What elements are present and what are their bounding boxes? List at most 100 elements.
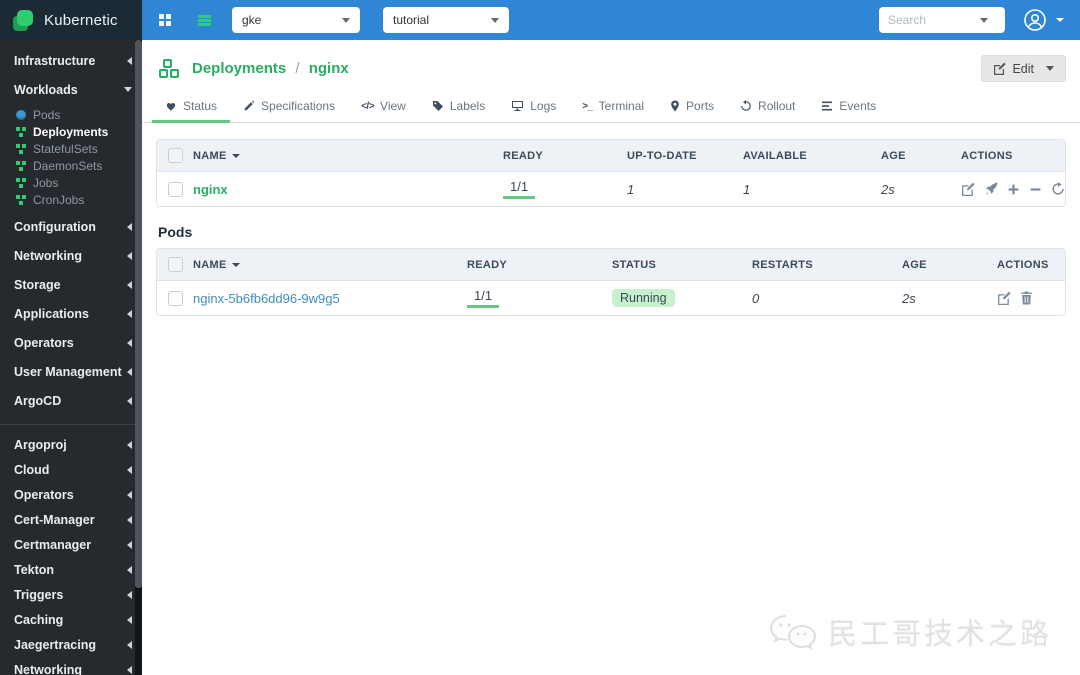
sidebar-divider [0, 424, 142, 425]
edit-button-label: Edit [1012, 61, 1034, 76]
chevron-left-icon [127, 565, 132, 574]
tab-labels[interactable]: Labels [419, 92, 498, 123]
sidebar-scrollbar[interactable] [135, 40, 142, 588]
select-all-checkbox[interactable] [168, 148, 183, 163]
edit-icon[interactable] [961, 182, 975, 196]
sidebar-item-argoproj[interactable]: Argoproj [0, 432, 142, 457]
restart-rocket-icon[interactable] [984, 182, 998, 196]
column-header-available: AVAILABLE [743, 149, 808, 162]
namespace-select[interactable]: tutorial [383, 7, 509, 33]
sidebar-item-user-management[interactable]: User Management [0, 357, 142, 386]
sidebar-item-networking[interactable]: Networking [0, 241, 142, 270]
tab-logs[interactable]: Logs [498, 92, 569, 123]
column-header-actions: ACTIONS [997, 258, 1049, 271]
sidebar-item-infrastructure[interactable]: Infrastructure [0, 46, 142, 75]
sort-caret-icon [231, 153, 240, 158]
heart-icon [165, 100, 177, 112]
sidebar-item-statefulsets[interactable]: StatefulSets [0, 140, 142, 157]
edit-button[interactable]: Edit [981, 55, 1066, 82]
chevron-left-icon [127, 515, 132, 524]
chevron-left-icon [127, 396, 132, 405]
column-header-ready: READY [503, 149, 544, 162]
chevron-left-icon [127, 640, 132, 649]
sidebar-item-jobs[interactable]: Jobs [0, 174, 142, 191]
workloads-submenu: Pods Deployments StatefulSets DaemonSets… [0, 104, 142, 212]
column-header-status: STATUS [612, 258, 657, 271]
user-menu[interactable] [1023, 8, 1064, 32]
column-header-actions: ACTIONS [961, 149, 1013, 162]
search-box[interactable] [879, 7, 1005, 33]
apps-grid-icon[interactable] [159, 14, 171, 26]
menu-bars-icon[interactable] [198, 14, 211, 26]
chevron-left-icon [127, 367, 132, 376]
sidebar-item-caching[interactable]: Caching [0, 607, 142, 632]
chevron-left-icon [127, 338, 132, 347]
redeploy-icon[interactable] [1051, 182, 1065, 196]
row-checkbox[interactable] [168, 290, 183, 306]
sidebar-item-storage[interactable]: Storage [0, 270, 142, 299]
sidebar-item-daemonsets[interactable]: DaemonSets [0, 157, 142, 174]
sort-caret-icon [231, 262, 240, 267]
delete-trash-icon[interactable] [1020, 291, 1033, 305]
tab-status[interactable]: Status [152, 92, 231, 123]
pod-name-link[interactable]: nginx-5b6fb6dd96-9w9g5 [193, 291, 340, 306]
row-checkbox[interactable] [168, 181, 183, 197]
sidebar-item-triggers[interactable]: Triggers [0, 582, 142, 607]
chevron-left-icon [127, 540, 132, 549]
list-icon [821, 100, 833, 112]
sidebar-item-jaegertracing[interactable]: Jaegertracing [0, 632, 142, 657]
sidebar-item-operators[interactable]: Operators [0, 328, 142, 357]
breadcrumb-current: nginx [308, 60, 349, 77]
row-actions [961, 182, 1065, 196]
tab-events[interactable]: Events [808, 92, 889, 123]
sidebar-item-operators-2[interactable]: Operators [0, 482, 142, 507]
sidebar-item-networking-2[interactable]: Networking [0, 657, 142, 675]
chat-bubbles-icon [769, 615, 816, 651]
cubes-icon [16, 160, 26, 171]
sidebar-item-pods[interactable]: Pods [0, 106, 142, 123]
chevron-left-icon [127, 490, 132, 499]
watermark-text: 民工哥技术之路 [827, 617, 1052, 651]
sidebar-item-argocd[interactable]: ArgoCD [0, 386, 142, 415]
column-header-name[interactable]: NAME [193, 150, 503, 162]
age-value: 2s [902, 290, 916, 306]
sidebar-item-tekton[interactable]: Tekton [0, 557, 142, 582]
scale-down-icon[interactable] [1029, 183, 1042, 196]
brand[interactable]: Kubernetic [0, 0, 142, 40]
sidebar-item-workloads[interactable]: Workloads [0, 75, 142, 104]
chevron-left-icon [127, 440, 132, 449]
chevron-left-icon [127, 251, 132, 260]
tab-rollout[interactable]: Rollout [727, 92, 808, 123]
sidebar-item-cloud[interactable]: Cloud [0, 457, 142, 482]
sidebar-item-applications[interactable]: Applications [0, 299, 142, 328]
tab-ports[interactable]: Ports [657, 92, 727, 123]
edit-icon[interactable] [997, 291, 1011, 305]
ready-indicator: 1/1 [467, 288, 500, 308]
sidebar-item-configuration[interactable]: Configuration [0, 212, 142, 241]
main-content: Deployments / nginx Edit Status Specific… [142, 40, 1080, 675]
tab-view[interactable]: </> View [348, 92, 419, 123]
tab-specifications[interactable]: Specifications [230, 92, 348, 123]
column-header-restarts: RESTARTS [752, 258, 813, 271]
sidebar-item-deployments[interactable]: Deployments [0, 123, 142, 140]
history-icon [740, 100, 752, 112]
deployments-table: NAME READY UP-TO-DATE AVAILABLE AGE ACTI… [156, 139, 1066, 207]
sidebar: Infrastructure Workloads Pods Deployment… [0, 40, 142, 675]
chevron-down-icon [491, 17, 499, 23]
cluster-select[interactable]: gke [232, 7, 360, 33]
sidebar-item-cert-manager[interactable]: Cert-Manager [0, 507, 142, 532]
user-avatar-icon [1024, 9, 1046, 31]
cubes-icon [16, 177, 26, 188]
tab-terminal[interactable]: >_ Terminal [569, 92, 657, 123]
breadcrumb-section[interactable]: Deployments [192, 60, 286, 77]
sidebar-item-certmanager[interactable]: Certmanager [0, 532, 142, 557]
select-all-checkbox[interactable] [168, 257, 183, 272]
column-header-age: AGE [902, 258, 927, 271]
column-header-name[interactable]: NAME [193, 259, 467, 271]
search-input[interactable] [888, 13, 972, 27]
table-row: nginx-5b6fb6dd96-9w9g5 1/1 Running 0 2s [157, 281, 1065, 315]
deployment-name-link[interactable]: nginx [193, 182, 228, 197]
chevron-down-icon [980, 17, 988, 23]
sidebar-item-cronjobs[interactable]: CronJobs [0, 191, 142, 208]
scale-up-icon[interactable] [1007, 183, 1020, 196]
